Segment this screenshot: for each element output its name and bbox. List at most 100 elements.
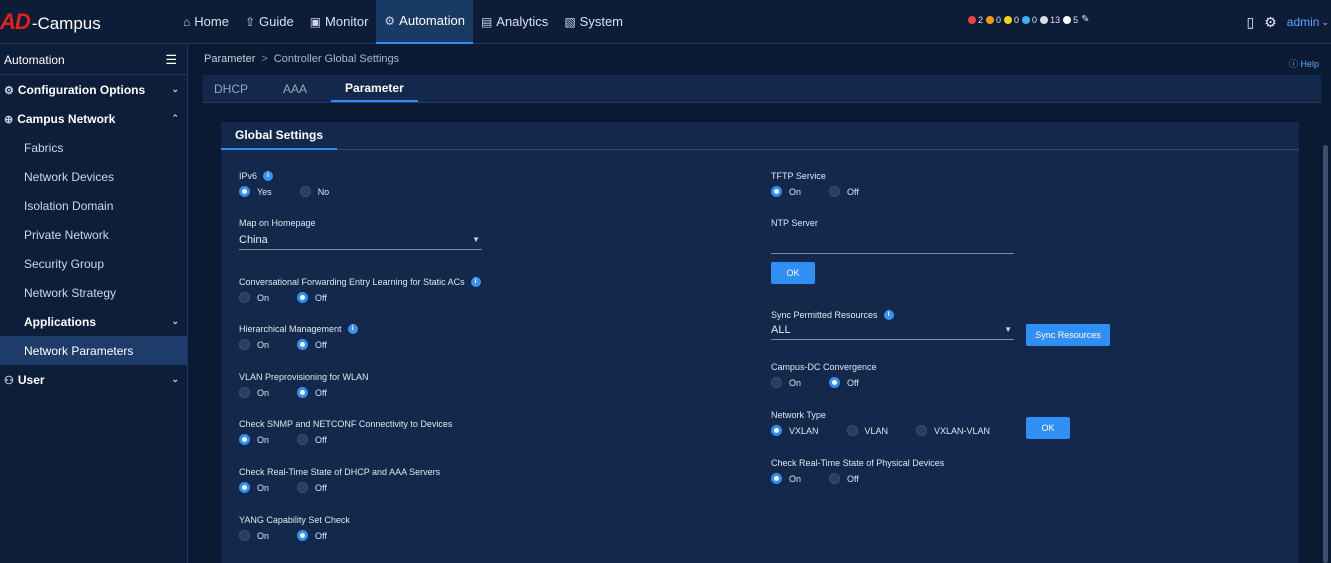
globe-icon: ⊕ [4,113,14,126]
caret-down-icon: ▼ [1004,325,1012,334]
chevron-down-icon: ⌄ [171,316,179,326]
major-alarm-icon [986,15,995,24]
nav-guide[interactable]: ⇧ Guide [237,0,302,44]
home-icon: ⌂ [183,14,191,29]
sidebar-item-security-group[interactable]: Security Group [0,249,187,278]
sidebar-item-configuration-options[interactable]: ⚙ Configuration Options ⌄ [0,75,187,104]
alarm-summary[interactable]: 2 0 0 0 13 5 ✎ [965,14,1089,25]
field-label: YANG Capability Set Check [239,515,350,525]
document-icon[interactable]: ▯ [1246,14,1254,31]
cfe-on-radio[interactable]: On [239,292,269,303]
nav-label: Home [194,14,229,29]
field-label: Sync Permitted Resources [771,310,878,320]
info-icon[interactable]: i [883,310,894,320]
network-type-vxlan-vlan-radio[interactable]: VXLAN-VLAN [916,425,990,436]
physical-devices-state-setting: Check Real-Time State of Physical Device… [771,458,944,484]
app-logo[interactable]: AD -Campus [0,9,175,35]
yang-check-setting: YANG Capability Set Check On Off [239,515,355,541]
info-icon[interactable]: i [347,324,358,334]
info-icon[interactable]: i [470,277,481,287]
network-type-ok-button[interactable]: OK [1026,417,1070,439]
tab-parameter[interactable]: Parameter [331,75,418,102]
radio-label: On [257,387,270,398]
yang-on-radio[interactable]: On [239,530,269,541]
cfe-off-radio[interactable]: Off [297,292,327,303]
tftp-on-radio[interactable]: On [771,186,801,197]
radio-selected-icon [239,186,250,197]
select-value: China [239,233,268,246]
ntp-server-input[interactable] [771,234,1014,254]
ipv6-no-radio[interactable]: No [299,186,329,197]
vlan-on-radio[interactable]: On [239,387,269,398]
user-menu[interactable]: admin [1287,15,1320,29]
dhcp-state-off-radio[interactable]: Off [297,482,327,493]
help-link[interactable]: ⓘ Help [1289,57,1319,70]
alarm-count: 2 [978,14,984,25]
tab-aaa[interactable]: AAA [272,75,318,102]
user-group-icon: ⚇ [4,374,14,387]
minor-alarm-icon [1004,15,1013,24]
sidebar-item-applications[interactable]: Applications ⌄ [0,307,187,336]
phys-on-radio[interactable]: On [771,473,801,484]
snmp-off-radio[interactable]: Off [297,434,327,445]
field-label: Map on Homepage [239,218,316,228]
network-type-vlan-radio[interactable]: VLAN [846,425,888,436]
ntp-server-setting: NTP Server [771,218,1014,254]
radio-unselected-icon [297,482,309,493]
scrollbar[interactable] [1323,145,1328,563]
global-settings-panel: Global Settings IPv6 i Yes No Map on Home… [221,122,1299,563]
sidebar-item-network-devices[interactable]: Network Devices [0,162,187,191]
nav-automation[interactable]: ⚙ Automation [376,0,473,44]
breadcrumb-root[interactable]: Parameter [204,53,255,65]
nav-label: Guide [259,14,294,29]
tab-dhcp[interactable]: DHCP [203,75,259,102]
radio-selected-icon [771,186,782,197]
monitor-icon: ▣ [309,14,322,29]
network-type-vxlan-radio[interactable]: VXLAN [771,425,819,436]
radio-label: Off [315,530,327,541]
sidebar-item-network-strategy[interactable]: Network Strategy [0,278,187,307]
ipv6-yes-radio[interactable]: Yes [239,186,272,197]
signpost-icon: ⇧ [244,14,255,29]
field-label: Network Type [771,410,826,420]
main-content: Parameter > Controller Global Settings ⓘ… [189,45,1331,563]
nav-system[interactable]: ▧ System [556,0,631,44]
sidebar-item-user[interactable]: ⚇ User ⌄ [0,365,187,394]
sidebar-item-fabrics[interactable]: Fabrics [0,133,187,162]
sidebar-item-private-network[interactable]: Private Network [0,220,187,249]
breadcrumb-separator: > [261,53,268,65]
sidebar: Automation ☰ ⚙ Configuration Options ⌄ ⊕ C… [0,45,188,563]
hier-on-radio[interactable]: On [239,339,269,350]
vlan-off-radio[interactable]: Off [297,387,327,398]
nav-home[interactable]: ⌂ Home [175,0,237,44]
info-icon[interactable]: i [263,171,274,181]
cdc-on-radio[interactable]: On [771,377,801,388]
ntp-ok-button[interactable]: OK [771,262,815,284]
sidebar-item-label: Applications [24,314,97,329]
radio-unselected-icon [239,339,250,350]
cdc-off-radio[interactable]: Off [829,377,859,388]
phys-off-radio[interactable]: Off [829,473,859,484]
sync-resources-button[interactable]: Sync Resources [1026,324,1110,346]
radio-selected-icon [297,339,309,350]
radio-label: Off [847,473,859,484]
yang-off-radio[interactable]: Off [297,530,327,541]
sidebar-item-campus-network[interactable]: ⊕ Campus Network ⌃ [0,104,187,133]
nav-monitor[interactable]: ▣ Monitor [302,0,377,44]
radio-unselected-icon [771,377,782,388]
map-select[interactable]: China ▼ [239,230,482,250]
sidebar-item-label: Network Strategy [24,285,117,300]
dhcp-state-on-radio[interactable]: On [239,482,269,493]
collapse-menu-icon[interactable]: ☰ [165,52,177,68]
hier-off-radio[interactable]: Off [297,339,327,350]
mute-icon: ✎ [1081,14,1090,25]
sidebar-item-network-parameters[interactable]: Network Parameters [0,336,187,365]
gear-icon[interactable]: ⚙ [1264,14,1277,31]
tftp-off-radio[interactable]: Off [829,186,859,197]
sidebar-item-isolation-domain[interactable]: Isolation Domain [0,191,187,220]
sidebar-item-label: Fabrics [24,140,64,155]
snmp-on-radio[interactable]: On [239,434,269,445]
nav-analytics[interactable]: ▤ Analytics [473,0,556,44]
breadcrumb-current: Controller Global Settings [273,53,400,65]
sync-resources-select[interactable]: ALL ▼ [771,320,1014,340]
